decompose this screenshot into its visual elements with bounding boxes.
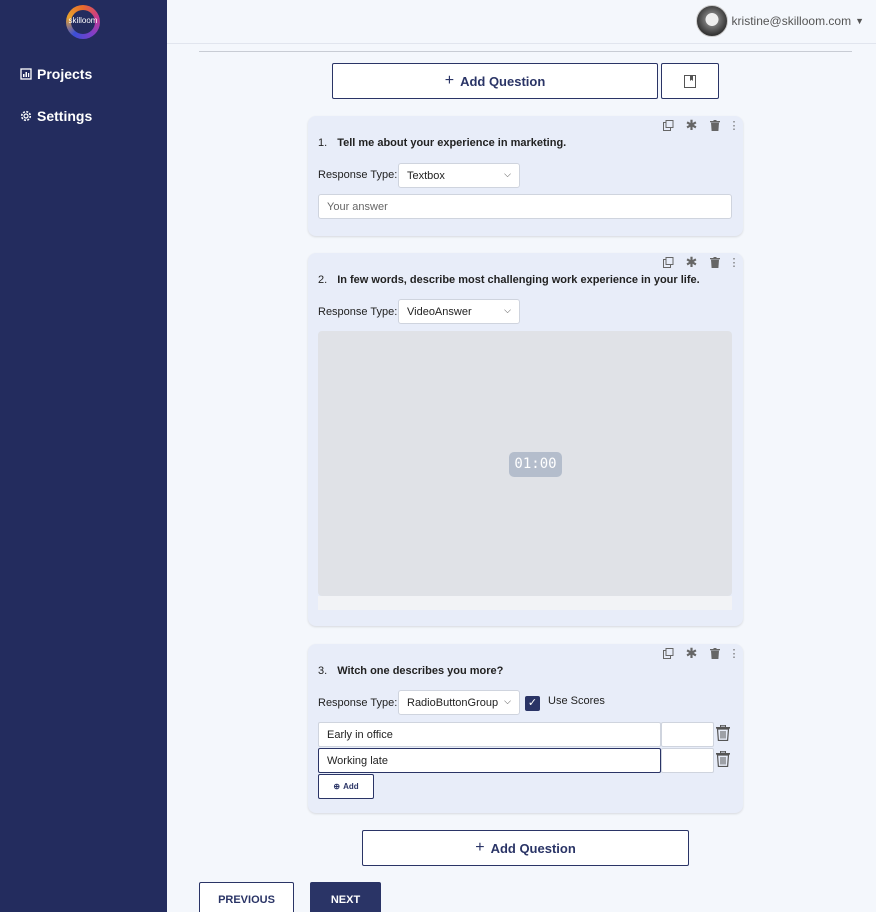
response-type-select[interactable]: Textbox ⌵ <box>398 163 520 188</box>
required-asterisk-icon[interactable]: ✱ <box>685 254 698 270</box>
response-type-label: Response Type: <box>318 697 398 709</box>
gear-icon <box>20 110 32 122</box>
sidebar-item-settings[interactable]: Settings <box>20 108 92 124</box>
add-option-label: Add <box>343 782 359 791</box>
score-input[interactable] <box>661 722 714 747</box>
chevron-down-icon: ⌵ <box>504 169 511 179</box>
topbar: kristine@skilloom.com ▼ <box>167 0 876 44</box>
logo-text: skilloom <box>68 16 98 25</box>
drag-handle-icon[interactable]: ⋮ <box>729 647 740 660</box>
trash-icon[interactable] <box>708 256 721 269</box>
video-preview[interactable]: 01:00 <box>318 331 732 596</box>
add-question-button-top[interactable]: + Add Question <box>332 63 658 99</box>
question-card-2: ✱ ⋮ 2. In few words, describe most challe… <box>308 253 743 626</box>
option-input[interactable]: Working late <box>318 748 661 773</box>
score-input[interactable] <box>661 748 714 773</box>
response-type-select[interactable]: VideoAnswer ⌵ <box>398 299 520 324</box>
drag-handle-icon[interactable]: ⋮ <box>729 119 740 132</box>
add-question-label: Add Question <box>460 73 546 89</box>
use-scores-checkbox[interactable]: ✓ <box>525 696 540 711</box>
required-asterisk-icon[interactable]: ✱ <box>685 645 698 661</box>
add-question-button-bottom[interactable]: + Add Question <box>362 830 689 866</box>
plus-circle-icon: ⊕ <box>333 782 341 791</box>
sidebar-item-projects[interactable]: Projects <box>20 66 92 82</box>
question-card-3: ✱ ⋮ 3. Witch one describes you more? Resp… <box>308 644 743 813</box>
copy-icon[interactable] <box>662 647 675 660</box>
question-title: 2. In few words, describe most challengin… <box>318 274 700 286</box>
add-question-label: Add Question <box>490 840 576 856</box>
user-email: kristine@skilloom.com <box>731 14 852 28</box>
answer-input[interactable]: Your answer <box>318 194 732 219</box>
sidebar-item-label: Projects <box>37 66 93 82</box>
drag-handle-icon[interactable]: ⋮ <box>729 256 740 269</box>
previous-button[interactable]: PREVIOUS <box>199 882 294 912</box>
plus-icon: + <box>444 72 455 89</box>
plus-icon: + <box>475 839 485 856</box>
response-type-label: Response Type: <box>318 306 398 318</box>
caret-down-icon: ▼ <box>855 16 864 26</box>
required-asterisk-icon[interactable]: ✱ <box>685 117 698 133</box>
sidebar: skilloom Projects Settings <box>0 0 167 912</box>
avatar <box>695 5 728 37</box>
copy-icon[interactable] <box>662 256 675 269</box>
chevron-down-icon: ⌵ <box>504 696 511 706</box>
video-timer: 01:00 <box>509 452 562 477</box>
trash-icon[interactable] <box>708 647 721 660</box>
question-title: 1. Tell me about your experience in marke… <box>318 137 567 149</box>
sidebar-item-label: Settings <box>37 108 93 124</box>
divider <box>199 51 852 52</box>
video-controls-bar[interactable] <box>318 596 732 610</box>
question-title: 3. Witch one describes you more? <box>318 665 504 677</box>
option-input[interactable]: Early in office <box>318 722 661 747</box>
chart-icon <box>20 68 32 80</box>
copy-icon[interactable] <box>662 119 675 132</box>
bookmark-button[interactable] <box>661 63 719 99</box>
use-scores-label: Use Scores <box>548 695 605 707</box>
next-button[interactable]: NEXT <box>310 882 381 912</box>
delete-option-icon[interactable] <box>715 725 731 741</box>
bookmark-icon <box>684 74 696 88</box>
response-type-select[interactable]: RadioButtonGroup ⌵ <box>398 690 520 715</box>
response-type-label: Response Type: <box>318 169 398 181</box>
delete-option-icon[interactable] <box>715 751 731 767</box>
user-menu[interactable]: kristine@skilloom.com ▼ <box>695 5 864 37</box>
add-option-button[interactable]: ⊕ Add <box>318 774 374 799</box>
chevron-down-icon: ⌵ <box>504 305 511 315</box>
trash-icon[interactable] <box>708 119 721 132</box>
question-card-1: ✱ ⋮ 1. Tell me about your experience in m… <box>308 116 743 236</box>
